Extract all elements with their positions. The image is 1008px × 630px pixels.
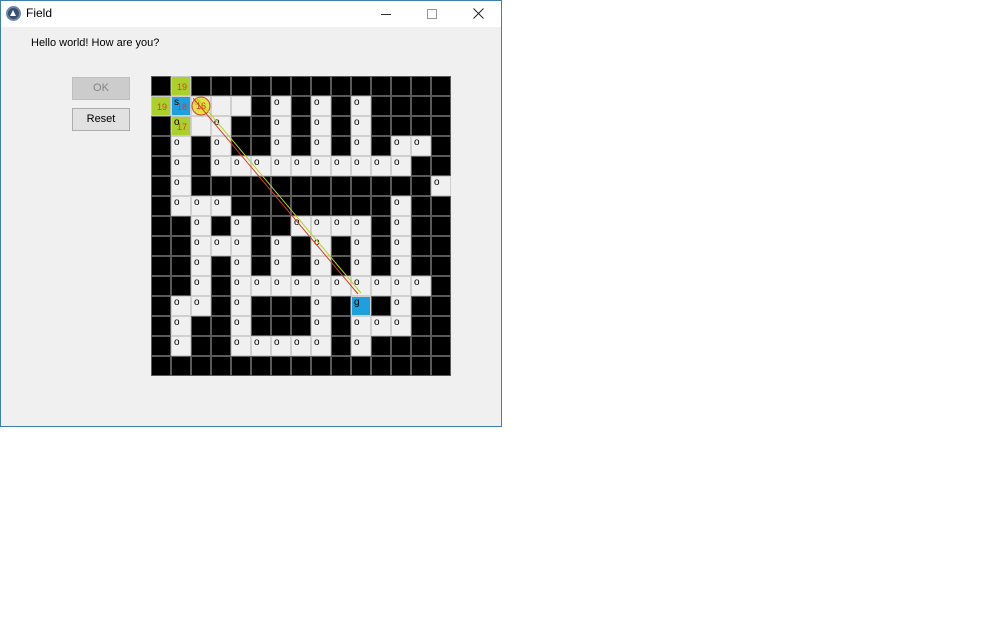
maximize-button[interactable] — [409, 1, 455, 27]
minimize-button[interactable] — [363, 1, 409, 27]
path-line — [192, 97, 359, 295]
title-bar[interactable]: Field — [1, 1, 501, 27]
close-button[interactable] — [455, 1, 501, 27]
path-overlay — [191, 96, 362, 295]
reset-button[interactable]: Reset — [72, 108, 130, 131]
path-line — [195, 96, 362, 294]
close-icon — [473, 8, 484, 19]
field-window: Field Hello world! How are you? OK Reset… — [0, 0, 502, 427]
target-step-count: 16 — [195, 101, 206, 111]
maze-grid[interactable]: 1919s18o16oooo17oooooooooooooooooooooooo… — [151, 76, 451, 376]
greeting-label: Hello world! How are you? — [31, 37, 160, 49]
app-icon — [6, 6, 21, 21]
window-title: Field — [26, 6, 53, 20]
ok-button[interactable]: OK — [72, 77, 130, 100]
